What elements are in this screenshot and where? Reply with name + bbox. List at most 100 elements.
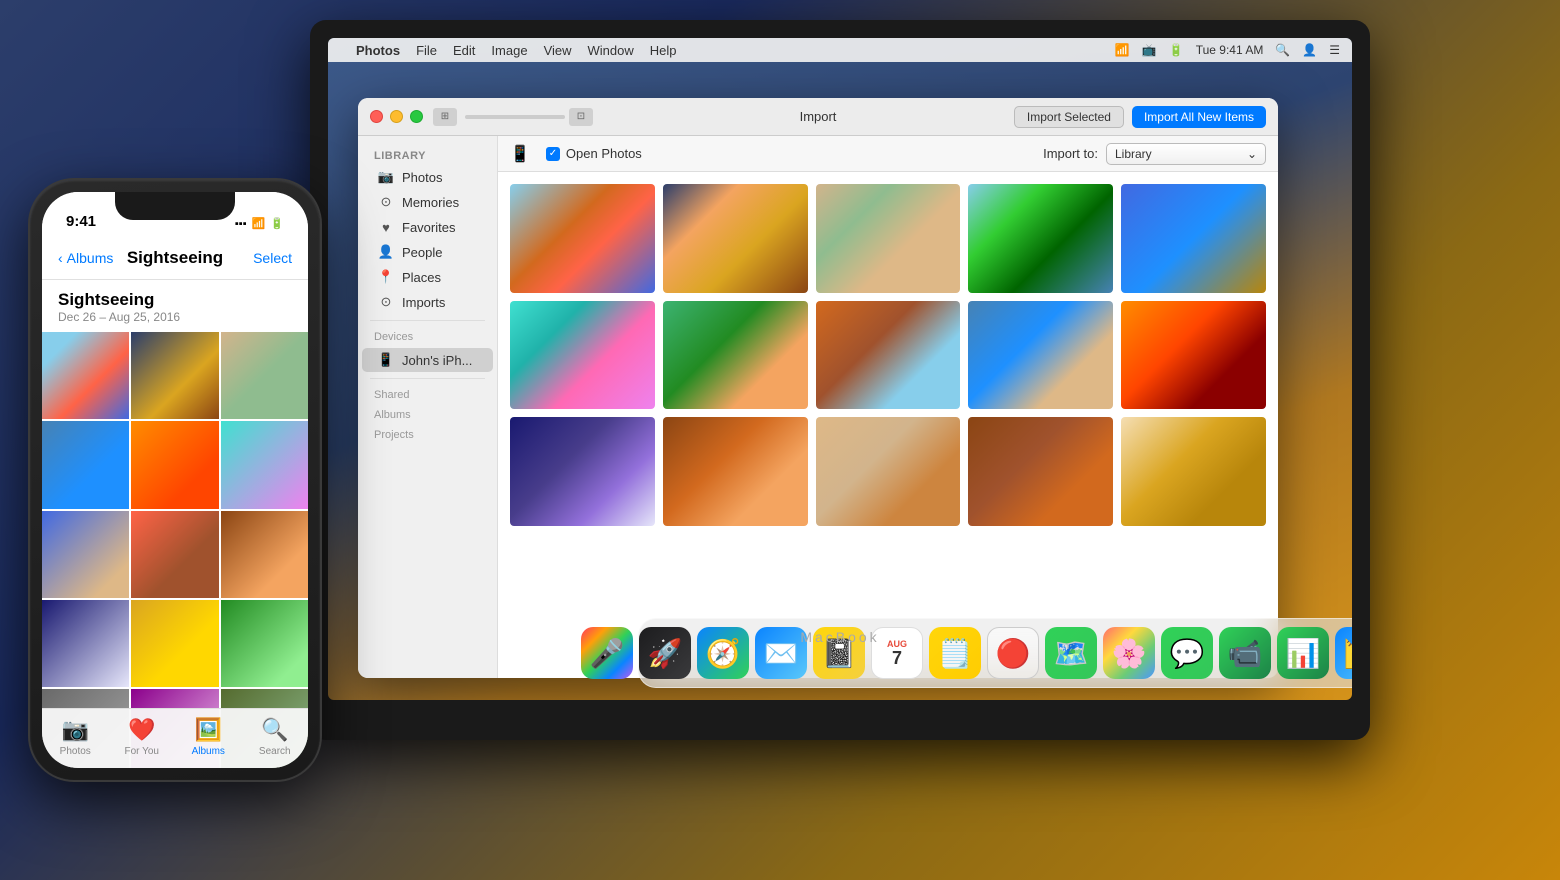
- sidebar-item-places[interactable]: 📍 Places: [362, 265, 493, 289]
- menu-edit[interactable]: Edit: [453, 43, 475, 58]
- iphone-photo-10[interactable]: [42, 600, 129, 687]
- search-icon[interactable]: 🔍: [1275, 43, 1290, 57]
- menu-icon[interactable]: ☰: [1329, 43, 1340, 57]
- photo-thumb-1[interactable]: [510, 184, 655, 293]
- traffic-lights: [370, 110, 423, 123]
- albums-tab-label: Albums: [192, 746, 225, 757]
- macbook-screen: Photos File Edit Image View Window Help …: [328, 38, 1352, 700]
- sidebar-item-memories[interactable]: ⊙ Memories: [362, 190, 493, 214]
- window-controls: ⊞ ⊡: [433, 108, 593, 126]
- open-photos-text: Open Photos: [566, 146, 642, 161]
- photo-thumb-10[interactable]: [1121, 301, 1266, 410]
- iphone-photo-5[interactable]: [131, 421, 218, 508]
- dock-app-stickies[interactable]: 🗒️: [929, 627, 981, 679]
- sidebar-item-photos[interactable]: 📷 Photos: [362, 165, 493, 189]
- zoom-slider[interactable]: [465, 115, 565, 119]
- iphone-album-info: Sightseeing Dec 26 – Aug 25, 2016: [42, 280, 308, 332]
- dock-app-siri[interactable]: 🎤: [581, 627, 633, 679]
- iphone-photo-4[interactable]: [42, 421, 129, 508]
- photo-thumb-9[interactable]: [968, 301, 1113, 410]
- minimize-button[interactable]: [390, 110, 403, 123]
- menu-file[interactable]: File: [416, 43, 437, 58]
- import-toolbar: 📱 ✓ Open Photos Import to: Library ⌄: [498, 136, 1278, 172]
- photo-grid-container[interactable]: [498, 172, 1278, 678]
- dock-app-mail[interactable]: ✉️: [755, 627, 807, 679]
- import-all-button[interactable]: Import All New Items: [1132, 106, 1266, 128]
- sidebar-people-label: People: [402, 245, 442, 260]
- sidebar-toggle[interactable]: ⊞: [433, 108, 457, 126]
- fullscreen-toggle[interactable]: ⊡: [569, 108, 593, 126]
- photo-thumb-12[interactable]: [663, 417, 808, 526]
- iphone-photo-2[interactable]: [131, 332, 218, 419]
- window-titlebar: ⊞ ⊡ Import Import Selected Import All Ne…: [358, 98, 1278, 136]
- photo-thumb-6[interactable]: [510, 301, 655, 410]
- iphone-photo-11[interactable]: [131, 600, 218, 687]
- import-to-section: Import to: Library ⌄: [1043, 143, 1266, 165]
- iphone-back-button[interactable]: ‹ Albums: [58, 250, 113, 266]
- menu-help[interactable]: Help: [650, 43, 677, 58]
- menu-view[interactable]: View: [544, 43, 572, 58]
- macbook: Photos File Edit Image View Window Help …: [310, 20, 1390, 840]
- menu-image[interactable]: Image: [491, 43, 527, 58]
- iphone-select-button[interactable]: Select: [253, 250, 292, 266]
- iphone-photo-6[interactable]: [221, 421, 308, 508]
- iphone-photo-8[interactable]: [131, 511, 218, 598]
- sidebar-item-device[interactable]: 📱 John's iPh... ›: [362, 348, 493, 372]
- photo-thumb-15[interactable]: [1121, 417, 1266, 526]
- sidebar-item-favorites[interactable]: ♥ Favorites: [362, 215, 493, 239]
- photo-grid: [510, 184, 1266, 526]
- open-photos-checkbox[interactable]: ✓: [546, 147, 560, 161]
- photo-thumb-2[interactable]: [663, 184, 808, 293]
- user-icon[interactable]: 👤: [1302, 43, 1317, 57]
- maximize-button[interactable]: [410, 110, 423, 123]
- iphone-photo-3[interactable]: [221, 332, 308, 419]
- sidebar-item-people[interactable]: 👤 People: [362, 240, 493, 264]
- menu-time: Tue 9:41 AM: [1196, 43, 1264, 57]
- photo-thumb-13[interactable]: [816, 417, 961, 526]
- iphone-screen: 9:41 ▪▪▪ 📶 🔋 ‹ Albums Sightseeing Select…: [42, 192, 308, 768]
- dock-app-facetime[interactable]: 📹: [1219, 627, 1271, 679]
- library-select[interactable]: Library ⌄: [1106, 143, 1266, 165]
- titlebar-buttons: Import Selected Import All New Items: [1014, 106, 1266, 128]
- photo-thumb-5[interactable]: [1121, 184, 1266, 293]
- dock-app-safari[interactable]: 🧭: [697, 627, 749, 679]
- photo-thumb-11[interactable]: [510, 417, 655, 526]
- photo-thumb-7[interactable]: [663, 301, 808, 410]
- sidebar-item-imports[interactable]: ⊙ Imports: [362, 290, 493, 314]
- iphone-photo-grid: [42, 332, 308, 768]
- dock-app-reminders[interactable]: 🔴: [987, 627, 1039, 679]
- photo-thumb-3[interactable]: [816, 184, 961, 293]
- iphone-photo-1[interactable]: [42, 332, 129, 419]
- wifi-icon: 📶: [1115, 43, 1130, 57]
- dock-app-photos[interactable]: 🌸: [1103, 627, 1155, 679]
- iphone-nav-title: Sightseeing: [127, 248, 223, 268]
- search-tab-label: Search: [259, 746, 291, 757]
- photo-thumb-14[interactable]: [968, 417, 1113, 526]
- iphone-photo-7[interactable]: [42, 511, 129, 598]
- dock-app-numbers[interactable]: 📊: [1277, 627, 1329, 679]
- menu-app-name[interactable]: Photos: [356, 43, 400, 58]
- device-icon: 📱: [378, 352, 394, 368]
- dock-app-maps[interactable]: 🗺️: [1045, 627, 1097, 679]
- iphone-tab-foryou[interactable]: ❤️ For You: [109, 717, 176, 757]
- iphone-navbar: ‹ Albums Sightseeing Select: [42, 236, 308, 280]
- photo-thumb-8[interactable]: [816, 301, 961, 410]
- close-button[interactable]: [370, 110, 383, 123]
- favorites-icon: ♥: [378, 219, 394, 235]
- menu-window[interactable]: Window: [588, 43, 634, 58]
- menu-bar: Photos File Edit Image View Window Help …: [328, 38, 1352, 62]
- shared-label: Shared: [358, 385, 497, 405]
- search-tab-icon: 🔍: [261, 717, 288, 743]
- dock-app-launchpad[interactable]: 🚀: [639, 627, 691, 679]
- iphone-photo-9[interactable]: [221, 511, 308, 598]
- dock-app-keynote[interactable]: 📐: [1335, 627, 1352, 679]
- iphone-photo-12[interactable]: [221, 600, 308, 687]
- dock-app-messages[interactable]: 💬: [1161, 627, 1213, 679]
- iphone-tab-albums[interactable]: 🖼️ Albums: [175, 717, 242, 757]
- import-selected-button[interactable]: Import Selected: [1014, 106, 1124, 128]
- iphone-tab-search[interactable]: 🔍 Search: [242, 717, 309, 757]
- main-area: 📱 ✓ Open Photos Import to: Library ⌄: [498, 136, 1278, 678]
- photo-thumb-4[interactable]: [968, 184, 1113, 293]
- iphone-tab-photos[interactable]: 📷 Photos: [42, 717, 109, 757]
- sidebar-divider-2: [370, 378, 485, 379]
